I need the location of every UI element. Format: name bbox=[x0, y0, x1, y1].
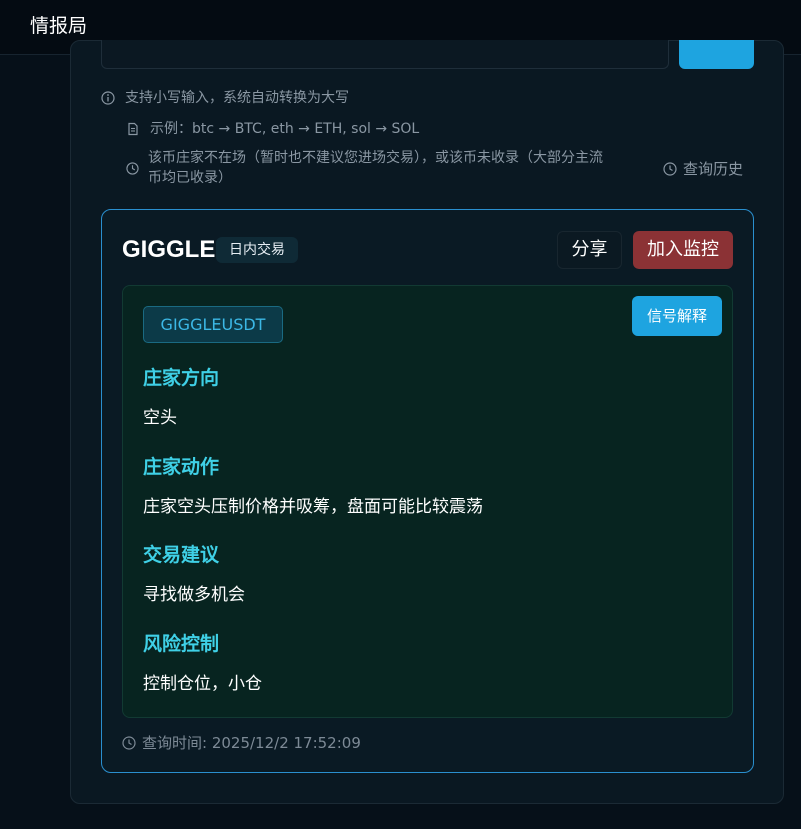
direction-value: 空头 bbox=[143, 408, 177, 428]
example-hint: 示例：btc → BTC, eth → ETH, sol → SOL bbox=[126, 119, 456, 139]
signal-explain-button[interactable]: 信号解释 bbox=[632, 296, 722, 336]
coin-title: GIGGLE bbox=[122, 236, 216, 263]
clock-icon bbox=[126, 162, 139, 175]
document-icon bbox=[128, 122, 138, 136]
not-listed-hint: 该币庄家不在场（暂时也不建议您进场交易），或该币未收录（大部分主流 币均已收录） bbox=[126, 148, 656, 190]
query-time-text: 查询时间: 2025/12/2 17:52:09 bbox=[142, 734, 361, 752]
history-link[interactable]: 查询历史 bbox=[663, 158, 753, 180]
not-listed-hint-line2: 币均已收录） bbox=[148, 170, 232, 186]
not-listed-hint-line1: 该币庄家不在场（暂时也不建议您进场交易），或该币未收录（大部分主流 bbox=[148, 150, 603, 166]
search-button[interactable] bbox=[679, 40, 754, 69]
action-value: 庄家空头压制价格并吸筹，盘面可能比较震荡 bbox=[143, 497, 483, 517]
direction-heading: 庄家方向 bbox=[143, 367, 220, 389]
info-circle-icon bbox=[101, 91, 115, 105]
clock-icon bbox=[663, 162, 677, 176]
example-hint-text: 示例：btc → BTC, eth → ETH, sol → SOL bbox=[150, 121, 420, 137]
action-heading: 庄家动作 bbox=[143, 456, 220, 478]
lowercase-hint-text: 支持小写输入，系统自动转换为大写 bbox=[125, 90, 349, 106]
app-title: 情报局 bbox=[30, 15, 88, 37]
risk-heading: 风险控制 bbox=[143, 633, 220, 655]
lowercase-hint: 支持小写输入，系统自动转换为大写 bbox=[101, 88, 481, 108]
symbol-search-input[interactable] bbox=[101, 40, 669, 69]
query-time: 查询时间: 2025/12/2 17:52:09 bbox=[122, 732, 362, 754]
risk-value: 控制仓位，小仓 bbox=[143, 674, 262, 694]
advice-value: 寻找做多机会 bbox=[143, 585, 245, 605]
symbol-badge: GIGGLEUSDT bbox=[143, 306, 283, 343]
add-monitor-button[interactable]: 加入监控 bbox=[633, 231, 733, 269]
history-link-label: 查询历史 bbox=[683, 160, 744, 178]
clock-icon bbox=[122, 736, 136, 750]
advice-heading: 交易建议 bbox=[143, 544, 220, 566]
share-button[interactable]: 分享 bbox=[557, 231, 622, 269]
trade-type-tag: 日内交易 bbox=[216, 237, 298, 263]
